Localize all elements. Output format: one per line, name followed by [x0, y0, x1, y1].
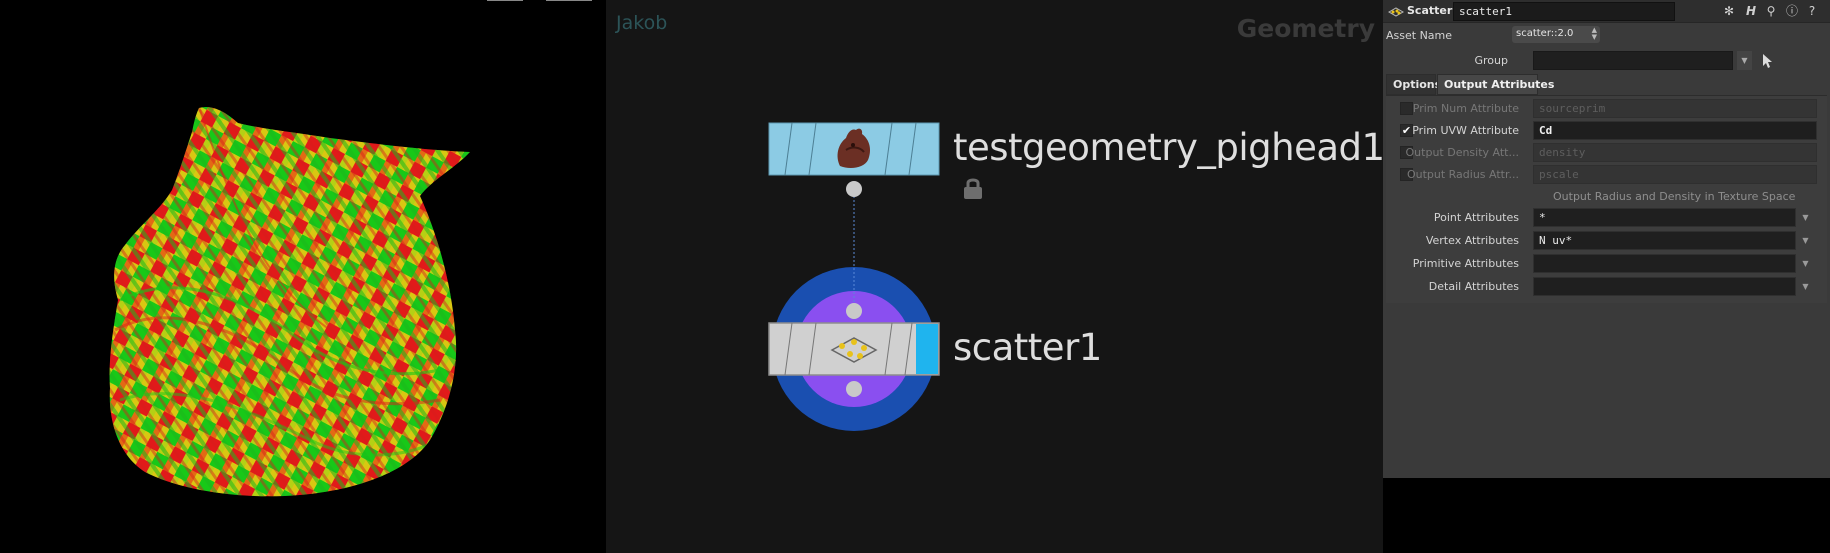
scatter-input-connector[interactable] — [846, 303, 862, 319]
prim-uvw-label: Prim UVW Attribute — [1412, 124, 1519, 137]
lock-icon[interactable] — [962, 176, 984, 200]
texture-space-checkbox[interactable] — [1536, 190, 1547, 201]
output-radius-label: Output Radius Attr... — [1406, 168, 1519, 181]
node-type-label: Scatter — [1407, 4, 1453, 17]
param-row-density-toggle: Output Radius and Density in Texture Spa… — [1386, 186, 1827, 206]
primitive-attributes-field[interactable] — [1533, 254, 1796, 273]
chevron-down-icon[interactable]: ▼ — [1798, 254, 1813, 273]
output-density-label: Output Density Att... — [1405, 146, 1519, 159]
detail-attributes-label: Detail Attributes — [1428, 280, 1519, 293]
chevron-down-icon[interactable]: ▼ — [1798, 208, 1813, 227]
asset-name-label: Asset Name — [1386, 29, 1453, 42]
uv-checker-surface — [109, 106, 470, 497]
asset-version-value: scatter::2.0 — [1516, 28, 1574, 39]
group-field[interactable] — [1533, 51, 1733, 70]
node-testgeometry-pighead1[interactable] — [768, 122, 940, 197]
param-row-detail-attributes: Detail Attributes ▼ — [1386, 276, 1827, 296]
info-icon[interactable]: ⓘ — [1784, 3, 1800, 19]
param-row-primitive-attributes: Primitive Attributes ▼ — [1386, 253, 1827, 273]
asset-version-field[interactable]: scatter::2.0 ▲ ▼ — [1512, 26, 1600, 43]
detail-attributes-field[interactable] — [1533, 277, 1796, 296]
network-editor[interactable]: Jakob Geometry testgeometry_pighead1 sca… — [606, 0, 1383, 553]
scatter-output-connector[interactable] — [846, 381, 862, 397]
network-canvas — [768, 122, 940, 431]
texture-space-label: Output Radius and Density in Texture Spa… — [1553, 190, 1796, 203]
display-flag[interactable] — [916, 324, 938, 374]
spinner-icon[interactable]: ▲ ▼ — [1592, 27, 1597, 41]
point-attributes-label: Point Attributes — [1433, 211, 1519, 224]
output-radius-field[interactable]: pscale — [1533, 165, 1817, 184]
node-name-scatter[interactable]: scatter1 — [953, 326, 1102, 369]
chevron-down-icon[interactable]: ▼ — [1737, 51, 1752, 70]
point-attributes-field[interactable]: * — [1533, 208, 1796, 227]
tab-options[interactable]: Options — [1386, 74, 1441, 95]
primitive-attributes-label: Primitive Attributes — [1412, 257, 1519, 270]
parameter-pane: Scatter scatter1 ✻ H ⚲ ⓘ ? Asset Name sc… — [1383, 0, 1830, 478]
chevron-down-icon[interactable]: ▼ — [1798, 277, 1813, 296]
output-attributes-panel: Prim Num Attribute sourceprim ✔ Prim UVW… — [1386, 95, 1827, 303]
output-density-field[interactable]: density — [1533, 143, 1817, 162]
vertex-attributes-field[interactable]: N uv* — [1533, 231, 1796, 250]
prim-num-field[interactable]: sourceprim — [1533, 99, 1817, 118]
gear-icon[interactable]: ✻ — [1721, 3, 1737, 19]
help-h-icon[interactable]: H — [1743, 3, 1759, 19]
param-row-prim-uvw: ✔ Prim UVW Attribute Cd — [1386, 120, 1827, 140]
param-row-point-attributes: Point Attributes * ▼ — [1386, 207, 1827, 227]
tab-output-attributes[interactable]: Output Attributes — [1437, 74, 1554, 95]
chevron-down-icon[interactable]: ▼ — [1798, 231, 1813, 250]
group-label: Group — [1474, 54, 1509, 67]
param-row-prim-num: Prim Num Attribute sourceprim — [1386, 98, 1827, 118]
prim-num-label: Prim Num Attribute — [1412, 102, 1519, 115]
parameter-pane-footer — [1383, 478, 1830, 553]
vertex-attributes-label: Vertex Attributes — [1425, 234, 1519, 247]
pighead-output-connector[interactable] — [846, 181, 862, 197]
param-row-vertex-attributes: Vertex Attributes N uv* ▼ — [1386, 230, 1827, 250]
scene-viewport[interactable] — [0, 0, 606, 553]
node-name-field[interactable]: scatter1 — [1453, 2, 1675, 21]
param-row-output-radius: Output Radius Attr... pscale — [1386, 164, 1827, 184]
pighead-mesh — [109, 106, 470, 497]
param-row-output-density: Output Density Att... density — [1386, 142, 1827, 162]
node-name-pighead[interactable]: testgeometry_pighead1 — [953, 126, 1383, 169]
select-arrow-icon[interactable] — [1757, 51, 1777, 70]
search-icon[interactable]: ⚲ — [1763, 3, 1779, 19]
scatter-type-icon — [1388, 7, 1404, 17]
prim-uvw-field[interactable]: Cd — [1533, 121, 1817, 140]
help-icon[interactable]: ? — [1804, 3, 1820, 19]
parameter-header: Scatter scatter1 ✻ H ⚲ ⓘ ? — [1383, 0, 1830, 23]
